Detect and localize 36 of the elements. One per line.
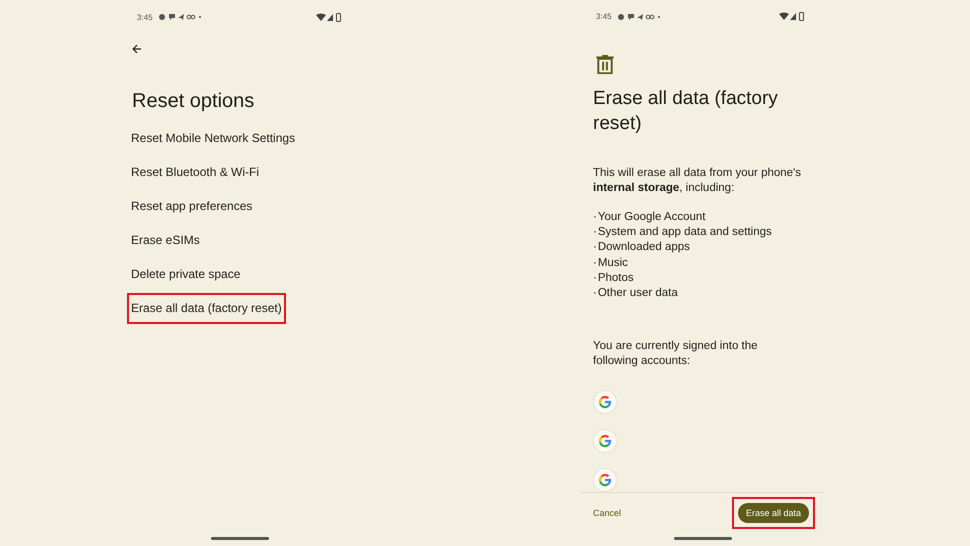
erase-all-data-button[interactable]: Erase all data (738, 502, 809, 523)
google-account-icon (593, 428, 617, 453)
bullet-mark: · (593, 256, 597, 271)
page-title: Erase all data (factory reset) (593, 86, 779, 136)
page-title: Reset options (132, 90, 256, 113)
data-item: Photos (598, 270, 634, 286)
bullet-mark: · (593, 240, 597, 255)
cancel-button[interactable]: Cancel (593, 508, 622, 518)
notification-icons (616, 12, 661, 21)
bullet-mark: · (593, 270, 597, 286)
bullet-mark: · (593, 224, 597, 240)
system-status-icons (779, 12, 805, 22)
trash-icon (596, 54, 614, 74)
reset-option-item[interactable]: Erase all data (factory reset) (127, 293, 286, 324)
data-item: Downloaded apps (598, 240, 690, 255)
home-indicator[interactable] (674, 537, 732, 540)
erase-description: This will erase all data from your phone's internal storage, including: (593, 166, 802, 196)
bullet-mark: · (593, 210, 597, 225)
data-item: Music (598, 256, 628, 271)
reset-option-item[interactable]: Reset app preferences (127, 191, 256, 222)
google-account-icon (593, 390, 617, 414)
status-time: 3:45 (137, 12, 153, 22)
accounts-note: You are currently signed into the following accounts: (593, 338, 759, 369)
data-item: System and app data and settings (598, 224, 772, 240)
notification-icons (158, 13, 202, 21)
reset-option-item[interactable]: Reset Mobile Network Settings (127, 123, 300, 154)
reset-option-item[interactable]: Erase eSIMs (127, 225, 204, 256)
system-status-icons (316, 12, 342, 22)
data-item: Other user data (598, 286, 678, 301)
data-item: Your Google Account (598, 210, 706, 225)
back-arrow-icon[interactable] (132, 44, 142, 54)
home-indicator[interactable] (211, 537, 269, 540)
status-time: 3:45 (596, 12, 612, 22)
reset-option-item[interactable]: Reset Bluetooth & Wi-Fi (127, 157, 264, 188)
reset-option-item[interactable]: Delete private space (127, 259, 244, 290)
bullet-mark: · (593, 286, 597, 301)
